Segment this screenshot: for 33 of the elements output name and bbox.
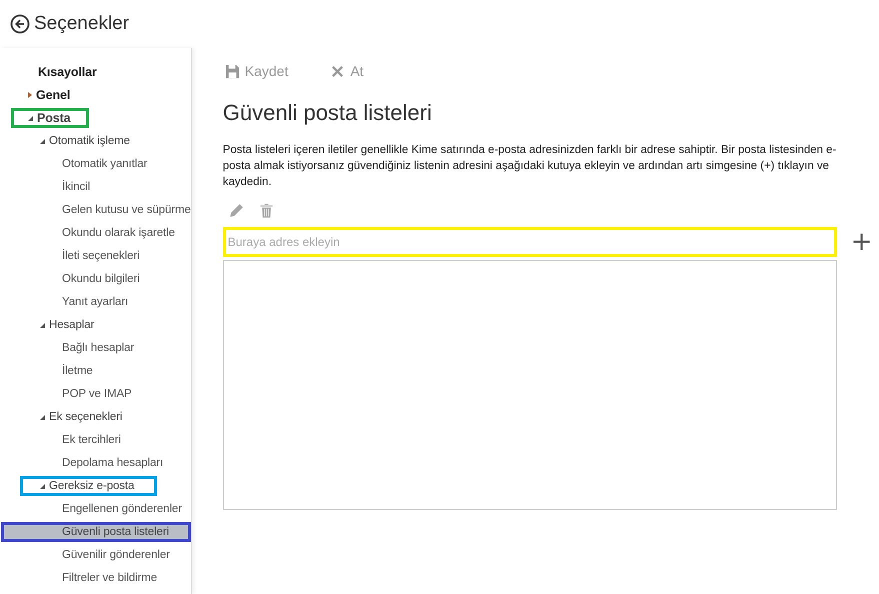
nav-item[interactable]: Güvenilir gönderenler — [0, 545, 191, 565]
edit-icon[interactable] — [228, 202, 245, 219]
nav-item[interactable]: Engellenen gönderenler — [0, 499, 191, 519]
close-icon — [330, 64, 346, 78]
nav-item[interactable]: İletme — [0, 361, 191, 381]
nav-item[interactable]: Otomatik işleme — [0, 131, 191, 151]
nav-item[interactable]: Okundu olarak işaretle — [0, 223, 191, 243]
add-button[interactable]: + — [850, 230, 873, 254]
section-heading: Güvenli posta listeleri — [222, 100, 433, 126]
nav-item[interactable]: Genel — [0, 85, 191, 105]
nav-item[interactable]: İleti seçenekleri — [0, 246, 191, 266]
save-icon — [224, 64, 240, 78]
delete-icon[interactable] — [258, 202, 275, 219]
address-field[interactable]: Buraya adres ekleyin — [222, 227, 837, 257]
nav-item[interactable]: Güvenli posta listeleri — [1, 522, 191, 542]
nav-item[interactable]: Otomatik yanıtlar — [0, 154, 191, 174]
nav-item[interactable]: Yanıt ayarları — [0, 292, 191, 312]
nav-item[interactable]: POP ve IMAP — [0, 384, 191, 404]
nav-item[interactable]: Depolama hesapları — [0, 453, 191, 473]
nav-item[interactable]: Hesaplar — [0, 315, 191, 335]
nav-item[interactable]: Filtreler ve bildirme — [0, 568, 191, 588]
nav-item[interactable]: Posta — [11, 108, 89, 128]
nav-item[interactable]: Okundu bilgileri — [0, 269, 191, 289]
nav-item[interactable]: Ek tercihleri — [0, 430, 191, 450]
back-icon[interactable] — [10, 14, 30, 34]
description-text: Posta listeleri içeren iletiler genellikle Kime satırında e-posta adresinizden farklı bir adrese sahiptir. Bir posta listesinden e-posta almak istiyorsanız güvendiğiniz listenin adresini aşağıdaki kutuya ekleyin ve ardından artı simgesine (+) tıklayın ve kaydedin. — [222, 143, 838, 190]
nav-item[interactable]: Bağlı hesaplar — [0, 338, 191, 358]
nav-item[interactable]: İkincil — [0, 177, 191, 197]
nav-item[interactable]: Ek seçenekleri — [0, 407, 191, 427]
nav-item[interactable]: Kısayollar — [0, 62, 191, 82]
nav-item[interactable]: Gereksiz e-posta — [20, 476, 157, 496]
nav-item[interactable]: Gelen kutusu ve süpürme — [0, 200, 191, 220]
page-title: Seçenekler — [34, 13, 130, 35]
